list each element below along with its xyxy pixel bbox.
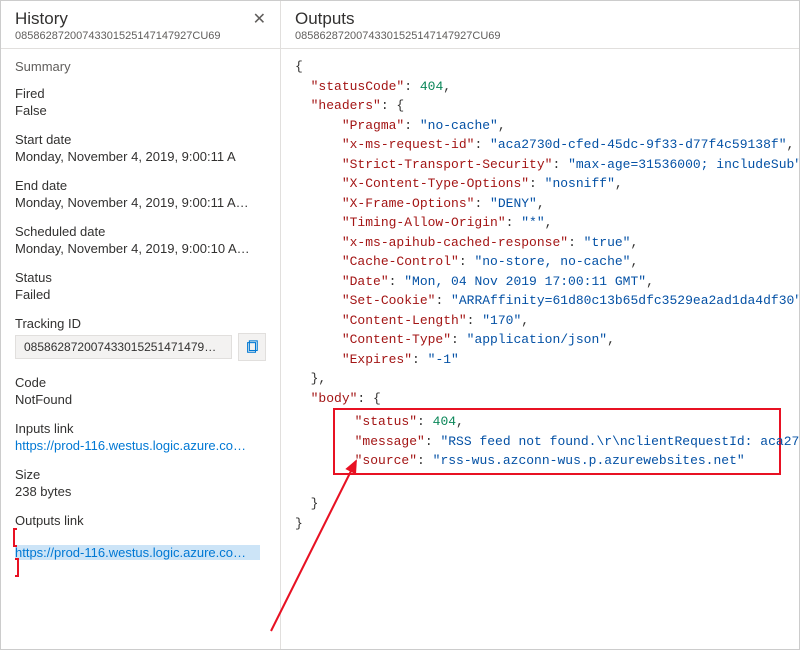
outputs-link[interactable]: https://prod-116.westus.logic.azure.co… — [15, 545, 260, 560]
outputs-pane: Outputs 08586287200743301525147147927CU6… — [281, 1, 799, 649]
body-highlight: "status": 404, "message": "RSS feed not … — [333, 408, 781, 475]
history-pane: History ✕ 08586287200743301525147147927C… — [1, 1, 281, 649]
close-icon[interactable]: ✕ — [253, 9, 266, 29]
history-header: History ✕ 08586287200743301525147147927C… — [1, 1, 280, 49]
status-value: Failed — [15, 287, 266, 302]
scheduled-date-label: Scheduled date — [15, 224, 266, 239]
outputs-link-label: Outputs link — [15, 513, 266, 528]
start-date-value: Monday, November 4, 2019, 9:00:11 A — [15, 149, 266, 164]
fired-value: False — [15, 103, 266, 118]
end-date-label: End date — [15, 178, 266, 193]
outputs-header: Outputs 08586287200743301525147147927CU6… — [281, 1, 799, 49]
inputs-link[interactable]: https://prod-116.westus.logic.azure.co… — [15, 438, 260, 453]
history-title: History — [15, 9, 68, 29]
copy-button[interactable] — [238, 333, 266, 361]
inputs-link-label: Inputs link — [15, 421, 266, 436]
outputs-title: Outputs — [295, 9, 785, 29]
summary-heading: Summary — [15, 59, 266, 74]
fired-label: Fired — [15, 86, 266, 101]
end-date-value: Monday, November 4, 2019, 9:00:11 A… — [15, 195, 266, 210]
code-label: Code — [15, 375, 266, 390]
code-value: NotFound — [15, 392, 266, 407]
outputs-json-viewer[interactable]: { "statusCode": 404, "headers": { "Pragm… — [281, 49, 799, 649]
start-date-label: Start date — [15, 132, 266, 147]
copy-icon — [245, 340, 259, 354]
outputs-link-highlight: https://prod-116.westus.logic.azure.co… — [13, 528, 266, 577]
size-value: 238 bytes — [15, 484, 266, 499]
size-label: Size — [15, 467, 266, 482]
history-run-id: 08586287200743301525147147927CU69 — [15, 30, 266, 42]
outputs-run-id: 08586287200743301525147147927CU69 — [295, 30, 785, 42]
scheduled-date-value: Monday, November 4, 2019, 9:00:10 A… — [15, 241, 266, 256]
tracking-id-value: 085862872007433015251471479… — [15, 335, 232, 359]
tracking-id-label: Tracking ID — [15, 316, 266, 331]
status-label: Status — [15, 270, 266, 285]
